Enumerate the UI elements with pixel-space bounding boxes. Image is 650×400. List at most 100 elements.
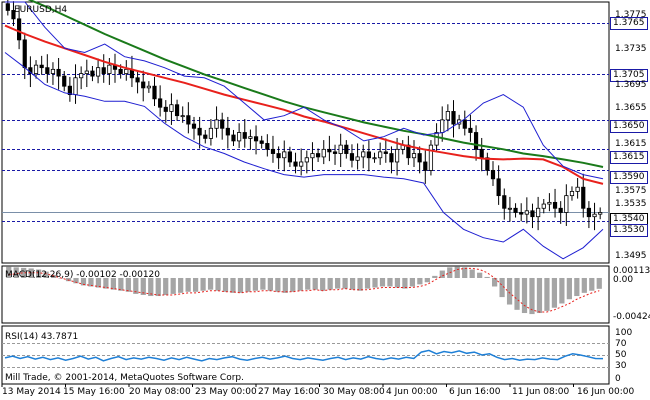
candle-body	[411, 153, 417, 159]
price-tick-1-3535: 1.3535	[615, 199, 647, 209]
candle-body	[428, 144, 434, 171]
candle-body	[73, 77, 78, 96]
level-label-1-3590: 1.3590	[610, 171, 648, 184]
macd-histogram-bar	[275, 277, 281, 292]
candle-body	[220, 119, 225, 129]
candle-body	[332, 151, 338, 154]
macd-histogram-bar	[544, 277, 550, 311]
series-ma-red	[4, 24, 604, 185]
macd-histogram-bar	[170, 277, 176, 294]
candle-body	[248, 136, 253, 139]
macd-histogram-bar	[559, 277, 565, 304]
candle-body	[158, 98, 163, 108]
candle-body	[423, 161, 428, 171]
macd-histogram-bar	[357, 277, 363, 291]
macd-histogram-bar	[514, 277, 520, 310]
candle-body	[242, 132, 247, 139]
candle-body	[191, 123, 197, 129]
candle-body	[479, 148, 484, 159]
macd-histogram-bar	[200, 277, 206, 291]
candle-body	[141, 81, 146, 89]
candle-body	[321, 148, 326, 158]
macd-histogram-bar	[125, 277, 131, 292]
candle-body	[39, 64, 44, 69]
macd-histogram-bar	[551, 277, 558, 308]
candle-body	[79, 73, 84, 79]
candle-body	[575, 186, 580, 192]
candle-body	[530, 210, 535, 218]
macd-histogram-bar	[305, 277, 311, 290]
candle-body	[558, 207, 563, 213]
macd-histogram-bar	[215, 277, 221, 291]
macd-histogram-bar	[484, 276, 490, 278]
candle-body	[304, 157, 309, 163]
candle-body	[135, 77, 140, 83]
candle-body	[378, 151, 383, 159]
macd-tick-zero: 0.00	[613, 275, 634, 285]
time-label-4: 27 May 16:00	[258, 387, 320, 397]
candle-body	[293, 161, 298, 167]
candle-body	[581, 186, 586, 209]
candle-body	[259, 140, 264, 144]
macd-histogram-bar	[335, 277, 341, 289]
candle-body	[383, 151, 388, 154]
candle-body	[502, 195, 507, 209]
candle-body	[276, 153, 281, 159]
candle-body	[445, 111, 450, 121]
candle-body	[344, 144, 349, 154]
price-tick-1-3655: 1.3655	[615, 103, 647, 113]
candle-body	[146, 85, 151, 89]
macd-histogram-bar	[372, 277, 378, 288]
rsi-tick-100: 100	[615, 328, 633, 338]
candle-body	[180, 115, 185, 118]
macd-histogram-bar	[297, 277, 303, 291]
candle-body	[468, 127, 473, 133]
time-label-9: 16 Jun 00:00	[577, 387, 635, 397]
macd-histogram-bar	[529, 277, 535, 315]
candle-body	[169, 104, 174, 112]
macd-histogram-bar	[163, 277, 169, 295]
macd-histogram-bar	[521, 277, 528, 314]
macd-histogram-bar	[237, 277, 244, 293]
candle-body	[22, 39, 27, 69]
copyright-text: Mill Trade, © 2001-2014, MetaQuotes Soft…	[5, 373, 244, 383]
candle-body	[389, 153, 394, 163]
macd-histogram-bar	[409, 277, 416, 287]
macd-tick-min: -0.00424	[613, 312, 650, 322]
macd-histogram-bar	[506, 277, 513, 305]
candle-body	[372, 157, 377, 160]
candle-body	[598, 212, 603, 215]
macd-histogram-bar	[230, 277, 236, 293]
candle-body	[507, 207, 513, 210]
candle-body	[440, 119, 445, 133]
candle-body	[231, 134, 236, 142]
macd-histogram-bar	[477, 272, 483, 278]
macd-histogram-bar	[417, 277, 423, 285]
macd-histogram-bar	[192, 277, 199, 292]
macd-histogram-bar	[148, 277, 154, 297]
price-tick-1-3735: 1.3735	[615, 44, 647, 54]
macd-histogram-bar	[290, 277, 296, 292]
candle-body	[265, 143, 270, 150]
candle-body	[536, 207, 541, 218]
candle-body	[118, 68, 123, 74]
price-tick-1-3615: 1.3615	[615, 139, 647, 149]
series-ma-green	[27, 0, 604, 168]
candle-body	[45, 67, 50, 74]
macd-histogram-bar	[327, 277, 333, 290]
candle-body	[124, 68, 129, 74]
candle-body	[287, 151, 292, 163]
candle-body	[513, 207, 518, 213]
macd-histogram-bar	[222, 277, 229, 292]
macd-histogram-bar	[320, 277, 326, 291]
macd-histogram-bar	[364, 277, 371, 289]
price-tick-1-3495: 1.3495	[615, 251, 647, 261]
macd-histogram-bar	[574, 277, 580, 297]
candle-body	[490, 169, 496, 180]
candle-body	[208, 127, 214, 139]
macd-histogram-bar	[267, 277, 273, 291]
candle-body	[434, 132, 439, 146]
candle-body	[355, 156, 360, 161]
macd-histogram-bar	[342, 277, 348, 289]
time-label-8: 11 Jun 08:00	[512, 387, 570, 397]
